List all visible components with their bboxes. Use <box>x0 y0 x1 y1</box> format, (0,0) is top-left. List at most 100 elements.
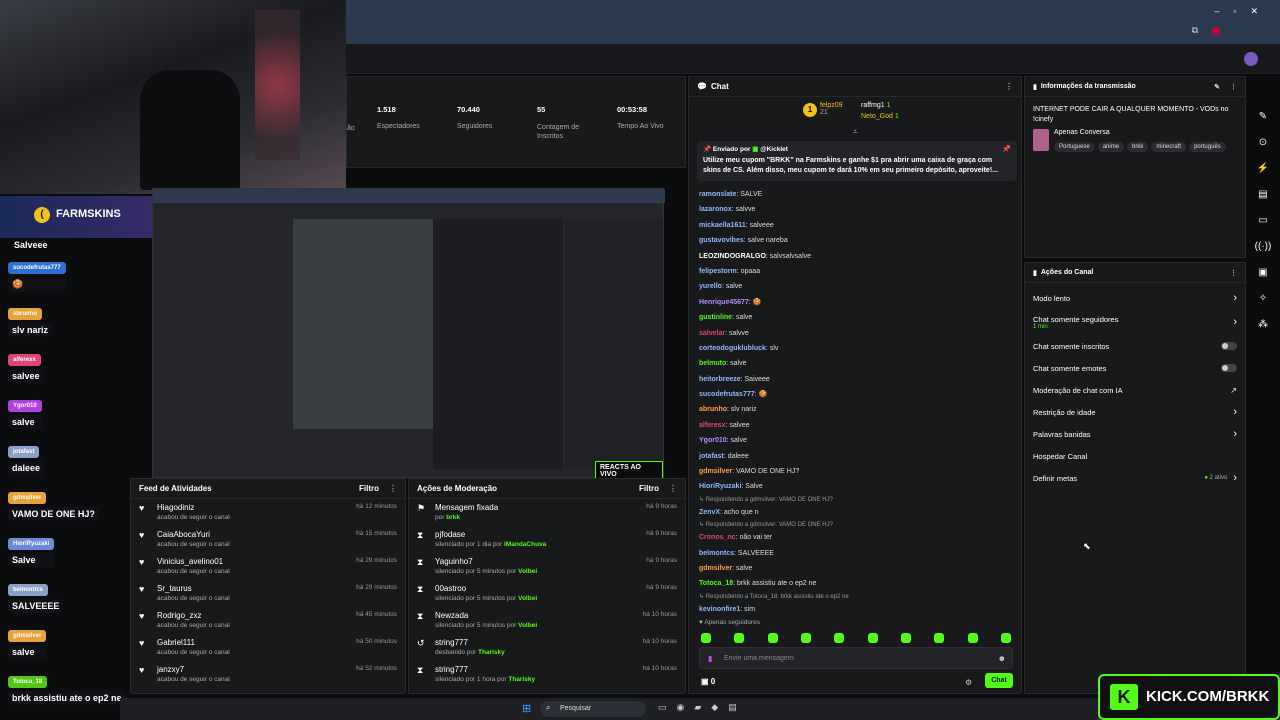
chat-message[interactable]: yurello: salve <box>699 279 1015 294</box>
emote-icon[interactable] <box>867 633 878 643</box>
emote-icon[interactable] <box>900 633 911 643</box>
feed-item[interactable]: ♥ janzxy7 acabou de seguir o canal há 52 mi… <box>131 661 405 688</box>
feed-username[interactable]: Gabriel111 <box>157 638 230 647</box>
chat-message[interactable]: jotafast: daleee <box>699 449 1015 464</box>
chat-message[interactable]: gustavovibes: salve nareba <box>699 233 1015 248</box>
chat-username[interactable]: felipestorm <box>699 268 737 275</box>
feed-username[interactable]: Sr_taurus <box>157 584 230 593</box>
chat-message[interactable]: mickaella1611: salveee <box>699 218 1015 233</box>
stream-tag[interactable]: português <box>1189 142 1226 152</box>
chat-username[interactable]: belmuto <box>699 360 726 367</box>
nodes-icon[interactable]: ⁂ <box>1254 316 1272 334</box>
mod-target[interactable]: 00astroo <box>435 584 537 593</box>
pinned-message[interactable]: 📌 Enviado por ▣ @Kicklet Utilize meu cup… <box>697 141 1017 181</box>
target-icon[interactable]: ⊙ <box>1254 134 1272 152</box>
mod-item[interactable]: ⧗ pjfodase silenciado por 1 dia por iManda… <box>409 526 685 553</box>
chat-message[interactable]: kevinonfire1: sim <box>699 602 1015 617</box>
emote-icon[interactable] <box>734 633 745 643</box>
chat-message[interactable]: lazaronox: salvve <box>699 202 1015 217</box>
stream-tag[interactable]: brkk <box>1127 142 1149 152</box>
chat-message[interactable]: Henrique45677: 🍪 <box>699 295 1015 310</box>
top-gifter-1[interactable]: felpz09 21 <box>820 102 843 116</box>
lightning-icon[interactable]: ⚡ <box>1254 160 1272 178</box>
feed-username[interactable]: Rodrigo_zxz <box>157 611 230 620</box>
chat-message[interactable]: ramonslate: SALVE <box>699 187 1015 202</box>
avatar[interactable] <box>1244 52 1258 66</box>
mod-by[interactable]: Volbei <box>518 595 537 602</box>
chat-message[interactable]: abrunho: slv nariz <box>699 402 1015 417</box>
chat-message[interactable]: alferesx: salvee <box>699 418 1015 433</box>
reply-context[interactable]: ↳ Respondendo a gdmsilver: VAMO DE ONE H… <box>699 495 1015 505</box>
mod-target[interactable]: Yaguinho7 <box>435 557 537 566</box>
chat-username[interactable]: gdmsilver <box>699 468 732 475</box>
chat-message[interactable]: belmuto: salve <box>699 356 1015 371</box>
chat-username[interactable]: HioriRyuzaki <box>699 483 741 490</box>
feed-username[interactable]: janzxy7 <box>157 665 230 674</box>
chat-settings-gear-icon[interactable]: ⚙ <box>965 678 972 687</box>
mod-target[interactable]: string777 <box>435 665 535 674</box>
chat-username[interactable]: belmontcs <box>699 550 734 557</box>
chat-message[interactable]: gdmsilver: salve <box>699 561 1015 576</box>
chat-message[interactable]: gdmsilver: VAMO DE ONE HJ? <box>699 464 1015 479</box>
chat-username[interactable]: lazaronox <box>699 206 732 213</box>
mod-menu-icon[interactable]: ⋮ <box>669 484 677 493</box>
chat-message[interactable]: Cronos_nc: não vai ter <box>699 530 1015 545</box>
emote-icon[interactable] <box>701 633 711 643</box>
channel-action-item[interactable]: Hospedar Canal <box>1025 445 1245 467</box>
chat-message[interactable]: Totoca_18: brkk assistiu ate o ep2 ne <box>699 576 1015 591</box>
toggle-switch[interactable] <box>1221 364 1237 372</box>
reply-context[interactable]: ↳ Respondendo a Totoca_18: brkk assistiu… <box>699 592 1015 602</box>
chat-username[interactable]: sucodefrutas777 <box>699 391 755 398</box>
top-gifter-2[interactable]: raffmg1 1 <box>861 102 890 109</box>
broadcast-icon[interactable]: ((·)) <box>1254 238 1272 256</box>
feed-item[interactable]: ♥ CaiaAbocaYuri acabou de seguir o canal há… <box>131 526 405 553</box>
feed-item[interactable]: ♥ Sr_taurus acabou de seguir o canal há 29 … <box>131 580 405 607</box>
chat-username[interactable]: jotafast <box>699 453 724 460</box>
chat-message[interactable]: sucodefrutas777: 🍪 <box>699 387 1015 402</box>
taskbar-search[interactable]: ⌕ Pesquisar <box>540 701 646 717</box>
feed-item[interactable]: ♥ Rodrigo_zxz acabou de seguir o canal há 4… <box>131 607 405 634</box>
channel-action-item[interactable]: Moderação de chat com IA ↗ <box>1025 379 1245 401</box>
chat-username[interactable]: Henrique45677 <box>699 299 749 306</box>
stream-tag[interactable]: minecraft <box>1151 142 1187 152</box>
emote-icon[interactable] <box>934 633 945 643</box>
pencil-icon[interactable]: ✎ <box>1254 108 1272 126</box>
channel-action-item[interactable]: Chat somente seguidores 1 min › <box>1025 309 1245 335</box>
chat-username[interactable]: Cronos_nc <box>699 534 736 541</box>
toggle-switch[interactable] <box>1221 342 1237 350</box>
mod-by[interactable]: Volbei <box>518 568 537 575</box>
chat-username[interactable]: ramonslate <box>699 191 736 198</box>
microphone-icon[interactable]: ▮ <box>708 654 712 663</box>
unpin-icon[interactable]: 📌 <box>1002 145 1011 153</box>
profile-icon[interactable] <box>1212 27 1220 35</box>
chat-message[interactable]: LEOZINDOGRALGO: salvsalvsalve <box>699 249 1015 264</box>
chat-username[interactable]: Totoca_18 <box>699 580 733 587</box>
stream-info-menu-icon[interactable]: ⋮ <box>1230 83 1237 91</box>
feed-menu-icon[interactable]: ⋮ <box>389 484 397 493</box>
emote-icon[interactable] <box>834 633 845 643</box>
chat-username[interactable]: gustavovibes <box>699 237 744 244</box>
emote-icon[interactable] <box>1000 633 1011 643</box>
wrench-icon[interactable]: ✧ <box>1254 290 1272 308</box>
mod-by[interactable]: Tharisky <box>478 649 505 656</box>
emote-icon[interactable] <box>767 633 778 643</box>
chat-username[interactable]: Ygor010 <box>699 437 727 444</box>
chat-input[interactable]: ▮ Envie uma mensagem ☻ <box>699 647 1013 669</box>
channel-action-item[interactable]: Chat somente inscritos <box>1025 335 1245 357</box>
chat-message[interactable]: salvelar: salvve <box>699 326 1015 341</box>
extensions-icon[interactable]: ⧉ <box>1192 25 1198 36</box>
mod-item[interactable]: ⧗ 00astroo silenciado por 5 minutos por Vo… <box>409 580 685 607</box>
stream-tag[interactable]: Portuguese <box>1054 142 1095 152</box>
feed-item[interactable]: ♥ Hiagodiniz acabou de seguir o canal há 12… <box>131 499 405 526</box>
send-chat-button[interactable]: Chat <box>985 673 1013 688</box>
chat-username[interactable]: salvelar <box>699 330 725 337</box>
mod-item[interactable]: ⧗ string777 silenciado por 1 hora por Thar… <box>409 661 685 688</box>
chat-message[interactable]: HioriRyuzaki: Salve <box>699 479 1015 494</box>
mod-item[interactable]: ⚑ Mensagem fixada por brkk há 9 horas <box>409 499 685 526</box>
feed-username[interactable]: Hiagodiniz <box>157 503 230 512</box>
chat-message[interactable]: heitorbreeze: Saiveee <box>699 372 1015 387</box>
stream-tag[interactable]: anime <box>1097 142 1125 152</box>
feed-item[interactable]: ♥ Vinicius_avelino01 acabou de seguir o ca… <box>131 553 405 580</box>
chat-username[interactable]: heitorbreeze <box>699 376 741 383</box>
window-controls[interactable]: –▫✕ <box>1214 6 1272 17</box>
